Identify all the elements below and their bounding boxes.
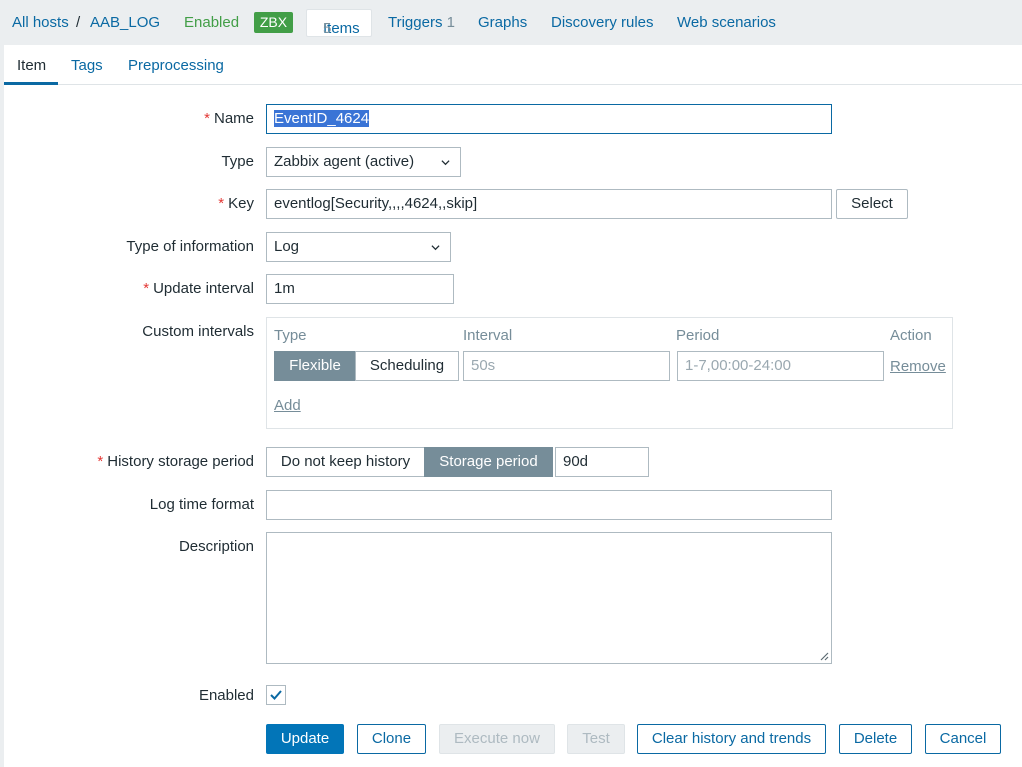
update-interval-input[interactable]: 1m [266, 274, 454, 304]
tab-items[interactable]: Items 5 [306, 9, 372, 37]
custom-intervals-label: Custom intervals [142, 323, 254, 340]
type-select[interactable]: Zabbix agent (active) [266, 147, 461, 177]
tab-graphs[interactable]: Graphs [478, 14, 527, 32]
history-storage-label: * History storage period [97, 453, 254, 471]
chevron-down-icon [441, 160, 450, 166]
enabled-checkbox[interactable] [266, 685, 286, 705]
key-input[interactable]: eventlog[Security,,,,4624,,skip] [266, 189, 832, 219]
remove-interval-link[interactable]: Remove [890, 358, 946, 376]
tab-item[interactable]: Item [17, 57, 46, 75]
type-of-information-value: Log [274, 238, 300, 255]
custom-intervals-col-action: Action [890, 327, 932, 344]
delete-button[interactable]: Delete [839, 724, 912, 754]
key-input-value: eventlog[Security,,,,4624,,skip] [274, 195, 478, 212]
breadcrumb-all-hosts[interactable]: All hosts [12, 14, 69, 32]
cancel-button[interactable]: Cancel [925, 724, 1001, 754]
custom-intervals-col-period: Period [676, 327, 720, 344]
custom-interval-input[interactable]: 50s [463, 351, 670, 381]
breadcrumb-separator: / [76, 14, 81, 31]
type-of-information-label: Type of information [126, 238, 254, 255]
key-label-text: Key [228, 195, 254, 212]
history-storage-label-text: History storage period [107, 453, 254, 470]
required-mark: * [143, 280, 150, 297]
custom-intervals-col-interval: Interval [463, 327, 513, 344]
active-tab-indicator [4, 82, 58, 85]
name-label: * Name [204, 110, 254, 128]
clone-button[interactable]: Clone [357, 724, 426, 754]
tab-web-scenarios[interactable]: Web scenarios [677, 14, 776, 32]
name-input-value: EventID_4624 [274, 110, 370, 127]
form-tabs: Item Tags Preprocessing [4, 45, 1022, 85]
test-button[interactable]: Test [567, 724, 625, 754]
key-select-button[interactable]: Select [836, 189, 908, 219]
interval-type-scheduling[interactable]: Scheduling [355, 351, 459, 381]
host-navigation: All hosts / AAB_LOG Enabled ZBX Items 5 … [0, 0, 1022, 45]
resize-grip-icon[interactable] [819, 651, 829, 661]
key-label: * Key [218, 195, 254, 213]
required-mark: * [204, 110, 210, 127]
tab-triggers[interactable]: Triggers 1 [388, 14, 455, 32]
custom-interval-placeholder: 50s [471, 357, 496, 374]
left-edge [0, 45, 4, 767]
description-label: Description [178, 538, 254, 555]
add-interval-link[interactable]: Add [274, 397, 301, 415]
history-storage-period-button[interactable]: Storage period [424, 447, 553, 477]
history-do-not-keep-button[interactable]: Do not keep history [266, 447, 425, 477]
clear-history-button[interactable]: Clear history and trends [637, 724, 826, 754]
description-textarea[interactable] [266, 532, 832, 664]
required-mark: * [97, 453, 104, 470]
update-button[interactable]: Update [266, 724, 344, 754]
log-time-format-input[interactable] [266, 490, 832, 520]
breadcrumb-host[interactable]: AAB_LOG [90, 14, 160, 32]
required-mark: * [218, 195, 225, 212]
tab-discovery-rules[interactable]: Discovery rules [551, 14, 654, 32]
update-interval-label: * Update interval [143, 280, 254, 298]
custom-intervals-col-type: Type [274, 327, 307, 344]
zbx-availability-badge: ZBX [254, 12, 293, 33]
execute-now-button[interactable]: Execute now [439, 724, 555, 754]
check-icon [270, 690, 282, 700]
host-status-enabled[interactable]: Enabled [184, 14, 239, 32]
tab-preprocessing[interactable]: Preprocessing [128, 57, 224, 75]
name-label-text: Name [213, 110, 254, 127]
interval-type-flexible[interactable]: Flexible [274, 351, 356, 381]
history-storage-value: 90d [563, 453, 589, 470]
tab-triggers-label: Triggers [388, 14, 443, 31]
enabled-label: Enabled [198, 687, 254, 704]
log-time-format-label: Log time format [149, 496, 254, 513]
type-label: Type [221, 153, 254, 170]
custom-period-placeholder: 1-7,00:00-24:00 [685, 357, 791, 374]
name-input[interactable]: EventID_4624 [266, 104, 832, 134]
update-interval-label-text: Update interval [153, 280, 254, 297]
chevron-down-icon [431, 245, 440, 251]
custom-period-input[interactable]: 1-7,00:00-24:00 [677, 351, 884, 381]
history-storage-input[interactable]: 90d [555, 447, 649, 477]
tab-tags[interactable]: Tags [71, 57, 103, 75]
type-select-value: Zabbix agent (active) [274, 153, 415, 170]
custom-intervals-table: Type Interval Period Action Flexible Sch… [266, 317, 953, 429]
update-interval-value: 1m [274, 280, 295, 297]
tab-items-count: 5 [323, 20, 332, 37]
tab-triggers-count: 1 [446, 14, 455, 31]
type-of-information-select[interactable]: Log [266, 232, 451, 262]
